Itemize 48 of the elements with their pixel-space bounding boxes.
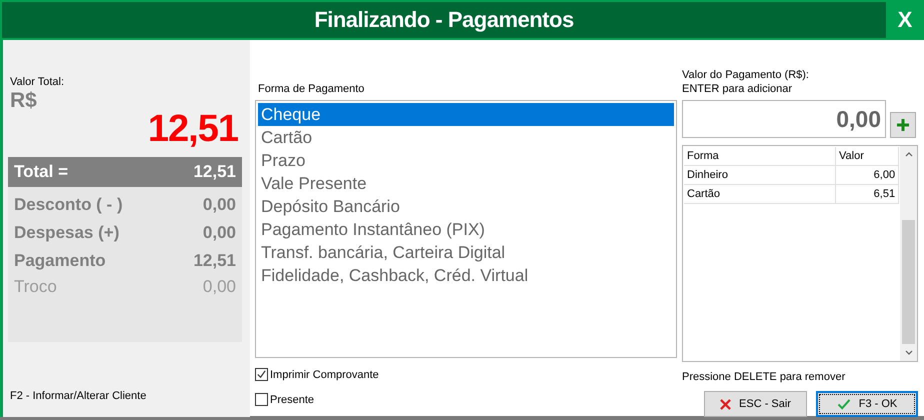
table-cell: 6,00: [836, 166, 899, 184]
list-item[interactable]: Pagamento Instantâneo (PIX): [258, 218, 674, 241]
check-icon: [836, 398, 851, 410]
column-header: Valor: [836, 147, 899, 166]
delete-hint: Pressione DELETE para remover: [682, 370, 846, 384]
scrollbar[interactable]: [900, 146, 917, 361]
summary-value: 0,00: [202, 276, 236, 298]
checkbox[interactable]: [255, 393, 268, 406]
field-label: Valor do Pagamento (R$):: [682, 68, 810, 82]
total-value: 12,51: [193, 161, 236, 183]
checkbox[interactable]: [255, 368, 268, 381]
value-field[interactable]: 0,00: [682, 100, 886, 138]
total-amount: 12,51: [146, 109, 239, 149]
list-item[interactable]: Cartão: [258, 126, 674, 149]
add-button[interactable]: [890, 112, 916, 138]
summary-value: 0,00: [202, 194, 236, 216]
list-item[interactable]: Cheque: [258, 103, 674, 126]
currency-symbol: R$: [9, 89, 38, 113]
summary-label: Desconto ( - ): [14, 194, 123, 216]
shortcut-hint: F2 - Informar/Alterar Cliente: [9, 389, 148, 403]
exit-button[interactable]: ESC - Sair: [704, 391, 807, 417]
summary-value: 0,00: [202, 222, 236, 244]
scroll-up-icon[interactable]: [904, 152, 913, 157]
plus-icon: [896, 118, 910, 132]
list-item[interactable]: Vale Presente: [258, 172, 674, 195]
field-hint: ENTER para adicionar: [682, 82, 794, 96]
table-cell: 6,51: [836, 184, 899, 204]
window-title: Finalizando - Pagamentos: [313, 6, 575, 34]
scroll-down-icon[interactable]: [904, 350, 913, 355]
total-label: Valor Total:: [9, 75, 66, 89]
table-cell: Cartão: [684, 184, 836, 204]
list-item[interactable]: Transf. bancária, Carteira Digital: [258, 241, 674, 264]
summary-label: Troco: [14, 276, 57, 298]
column-header: Forma: [684, 147, 836, 166]
ok-button[interactable]: F3 - OK: [816, 391, 918, 417]
summary-label: Pagamento: [14, 250, 106, 272]
summary-label: Despesas (+): [14, 222, 120, 244]
list-item[interactable]: Fidelidade, Cashback, Créd. Virtual: [258, 264, 674, 287]
checkbox-label: Imprimir Comprovante: [270, 368, 379, 380]
list-label: Forma de Pagamento: [257, 82, 366, 96]
summary-value: 12,51: [193, 250, 236, 272]
checkbox-label: Presente: [270, 394, 314, 406]
table-cell: Dinheiro: [684, 166, 836, 184]
list-item[interactable]: Depósito Bancário: [258, 195, 674, 218]
close-icon: [720, 398, 732, 410]
close-button[interactable]: X: [886, 2, 924, 38]
list-item[interactable]: Prazo: [258, 149, 674, 172]
total-label: Total =: [14, 161, 68, 183]
